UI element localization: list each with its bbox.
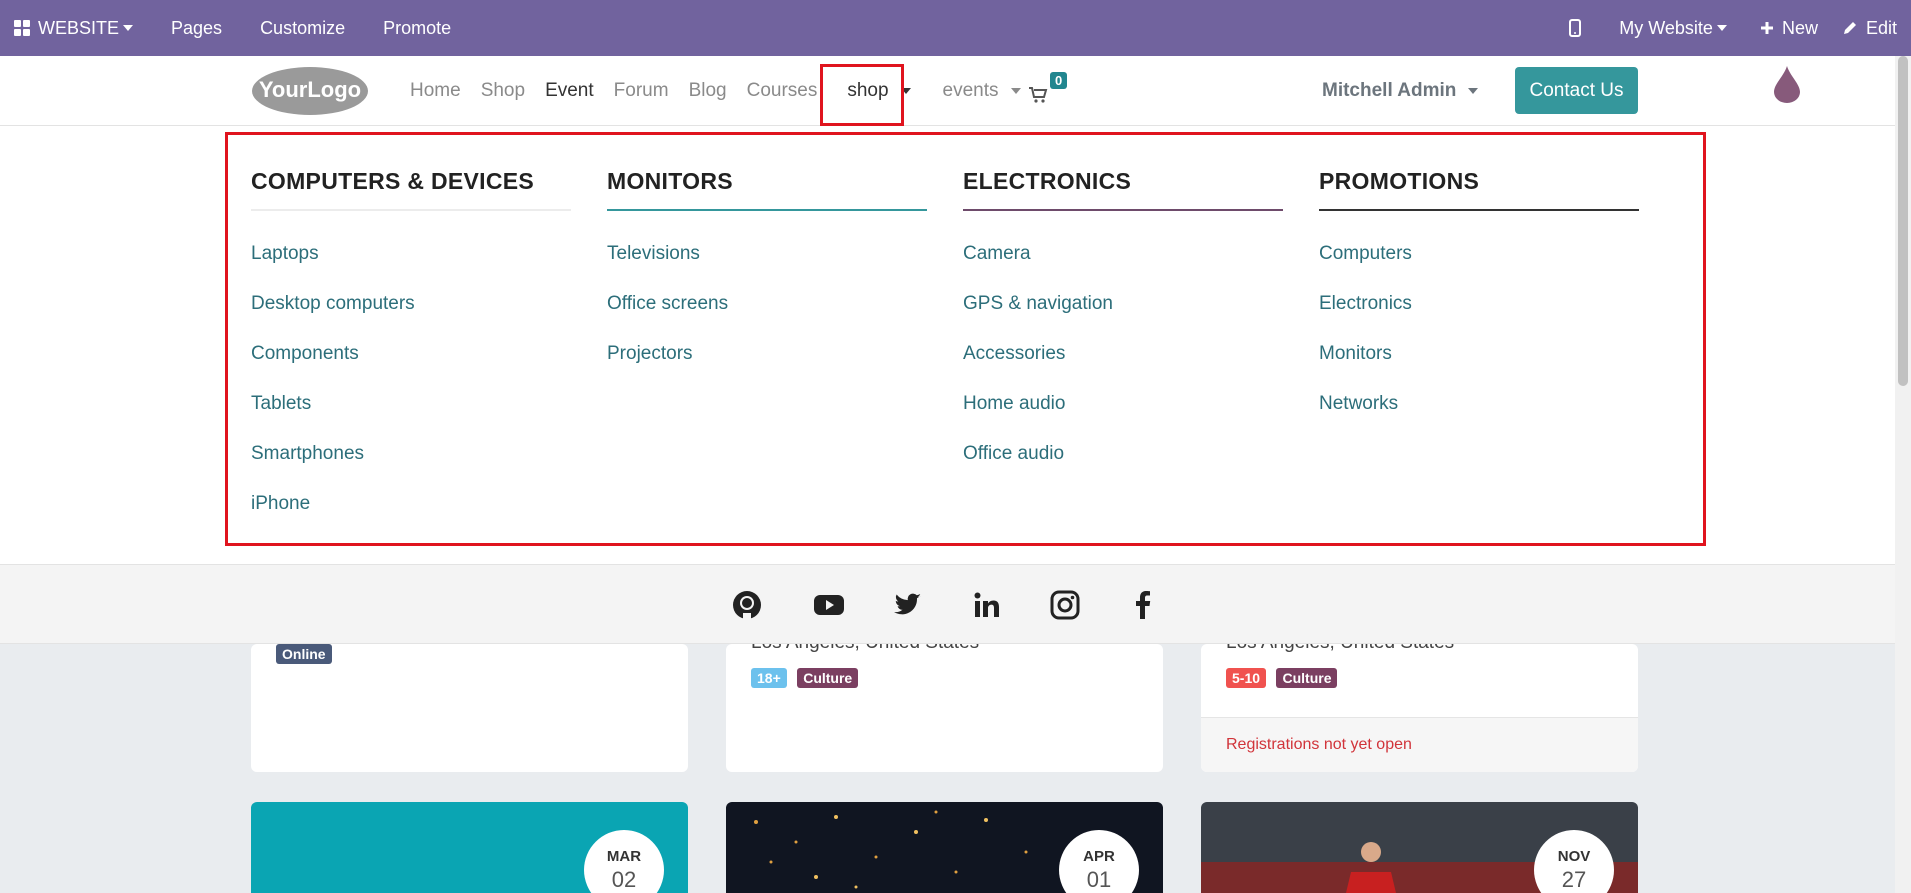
event-location: Los Angeles, United States [751, 644, 979, 654]
site-selector-label: My Website [1619, 17, 1713, 38]
user-name: Mitchell Admin [1322, 80, 1457, 101]
edit-button-label: Edit [1865, 17, 1897, 38]
promote-menu[interactable]: Promote [364, 0, 470, 56]
nav-blog[interactable]: Blog [679, 80, 737, 102]
tag-badge: Culture [1276, 668, 1338, 688]
pencil-icon [1843, 22, 1856, 34]
event-day: 02 [611, 867, 637, 892]
caret-down-icon [1468, 88, 1479, 94]
highlight-mega-menu [225, 132, 1706, 546]
tag-badge: Culture [797, 668, 859, 688]
twitter-icon[interactable] [891, 589, 923, 621]
customize-menu[interactable]: Customize [241, 0, 364, 56]
theme-drop-icon[interactable] [1772, 64, 1802, 104]
event-day: 27 [1561, 867, 1587, 892]
caret-down-icon [1716, 25, 1727, 31]
company-logo[interactable]: YourLogo [250, 65, 370, 117]
nav-forum[interactable]: Forum [604, 80, 679, 102]
facebook-icon[interactable] [1127, 589, 1159, 621]
highlight-shop-dropdown [820, 64, 904, 126]
event-card[interactable]: Los Angeles, United States 18+ Culture [726, 644, 1163, 772]
main-nav: Home Shop Event Forum Blog Courses shop … [400, 56, 1031, 126]
site-selector[interactable]: My Website [1600, 0, 1746, 56]
social-links-bar [0, 564, 1895, 644]
website-menu-label: WEBSITE [38, 17, 120, 38]
event-card[interactable]: Online [251, 644, 688, 772]
event-date-badge: MAR 02 [584, 830, 664, 893]
instagram-icon[interactable] [1049, 589, 1081, 621]
edit-button[interactable]: Edit [1832, 0, 1911, 56]
admin-navbar: WEBSITE Pages Customize Promote My Websi… [0, 0, 1911, 56]
github-icon[interactable] [731, 589, 763, 621]
linkedin-icon[interactable] [971, 589, 1003, 621]
nav-courses[interactable]: Courses [737, 80, 828, 102]
tag-badge: 5-10 [1226, 668, 1267, 688]
tag-badge: 18+ [751, 668, 787, 688]
event-image-card[interactable]: APR 01 [726, 802, 1163, 893]
event-image-card[interactable]: MAR 02 [251, 802, 688, 893]
event-month: MAR [606, 848, 642, 865]
event-day: 01 [1086, 867, 1112, 892]
user-menu[interactable]: Mitchell Admin [1322, 56, 1479, 126]
scrollbar-thumb[interactable] [1898, 56, 1908, 386]
caret-down-icon [123, 25, 134, 31]
event-location: Los Angeles, United States [1226, 644, 1454, 654]
event-month: APR [1083, 848, 1115, 865]
nav-home[interactable]: Home [400, 80, 471, 102]
pages-menu[interactable]: Pages [152, 0, 241, 56]
event-image-card[interactable]: NOV 27 [1201, 802, 1638, 893]
nav-shop[interactable]: Shop [471, 80, 535, 102]
events-dropdown-label: events [942, 80, 999, 101]
registration-status: Registrations not yet open [1201, 717, 1638, 772]
caret-down-icon [1010, 88, 1021, 94]
nav-events-dropdown[interactable]: events [921, 80, 1031, 102]
cart-button[interactable]: 0 [1028, 72, 1076, 106]
contact-us-button[interactable]: Contact Us [1515, 67, 1638, 114]
registration-status-text: Registrations not yet open [1226, 736, 1412, 753]
nav-event[interactable]: Event [535, 80, 604, 102]
mobile-icon [1569, 19, 1582, 37]
shopping-cart-icon [1029, 87, 1048, 103]
event-month: NOV [1557, 848, 1591, 865]
logo-text: YourLogo [259, 77, 361, 102]
plus-icon [1760, 22, 1773, 34]
cart-count-badge: 0 [1050, 72, 1068, 89]
new-button[interactable]: New [1746, 0, 1832, 56]
apps-grid-icon [14, 20, 30, 36]
page-scrollbar[interactable] [1895, 56, 1911, 893]
website-header: YourLogo Home Shop Event Forum Blog Cour… [0, 56, 1895, 126]
youtube-icon[interactable] [813, 589, 845, 621]
tag-badge: Online [276, 644, 332, 664]
new-button-label: New [1781, 17, 1818, 38]
event-card[interactable]: Los Angeles, United States 5-10 Culture … [1201, 644, 1638, 772]
mobile-preview-button[interactable] [1550, 0, 1600, 56]
website-menu[interactable]: WEBSITE [0, 0, 152, 56]
